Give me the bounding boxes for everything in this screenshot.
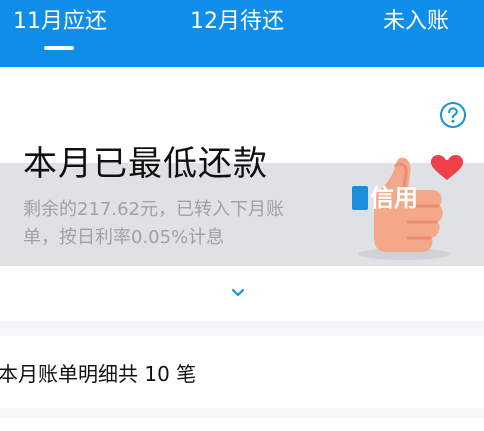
chevron-down-icon[interactable] bbox=[230, 287, 246, 299]
tab-unposted[interactable]: 未入账 bbox=[383, 7, 449, 37]
tab-december-pending[interactable]: 12月待还 bbox=[190, 7, 284, 37]
bill-details-summary: 本月账单明细共 10 笔 bbox=[0, 362, 197, 386]
status-description: 剩余的217.62元，已转入下月账单，按日利率0.05%计息 bbox=[23, 199, 284, 248]
next-section-edge bbox=[0, 418, 484, 431]
thumbs-up-heart-illustration: 信用 bbox=[352, 154, 464, 260]
month-tab-bar: 11月应还 12月待还 未入账 bbox=[0, 0, 484, 67]
tab-november-due[interactable]: 11月应还 bbox=[13, 7, 107, 37]
illustration-badge-text: 信用 bbox=[370, 184, 418, 212]
status-headline: 本月已最低还款 bbox=[23, 144, 268, 184]
active-tab-indicator bbox=[44, 46, 74, 50]
question-circle-icon[interactable] bbox=[439, 101, 467, 129]
